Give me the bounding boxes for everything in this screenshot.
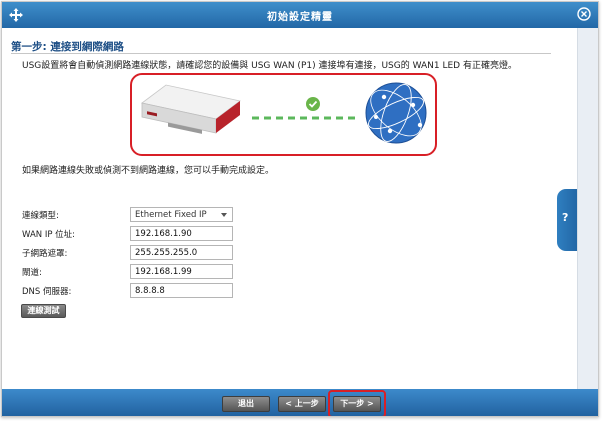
step-description: USG設置將會自動偵測網路連線狀態，請確認您的設備與 USG WAN (P1) …	[22, 61, 517, 71]
connection-type-label: 連線類型:	[22, 211, 59, 221]
window-title: 初始設定精靈	[267, 12, 333, 23]
subnet-mask-input[interactable]: 255.255.255.0	[130, 245, 233, 260]
connection-illustration	[130, 73, 437, 156]
globe-icon	[365, 82, 427, 144]
connection-graphic	[141, 82, 427, 144]
check-icon	[306, 97, 320, 111]
setup-wizard-window: 初始設定精靈 第一步: 連接到網際網路 USG設置將會自動偵測網路連線狀態，請確…	[1, 1, 599, 417]
next-button-highlight	[328, 390, 386, 416]
connection-type-select[interactable]: Ethernet Fixed IP	[130, 207, 233, 222]
chevron-down-icon	[221, 213, 227, 217]
step-title: 第一步: 連接到網際網路	[11, 41, 124, 53]
wan-ip-label: WAN IP 位址:	[22, 230, 76, 240]
prev-button[interactable]: < 上一步	[278, 396, 326, 412]
dns-label: DNS 伺服器:	[22, 287, 72, 297]
connection-type-value: Ethernet Fixed IP	[135, 210, 207, 220]
manual-setup-message: 如果網路連線失敗或偵測不到網路連線，您可以手動完成設定。	[22, 166, 275, 176]
dns-input[interactable]: 8.8.8.8	[130, 283, 233, 298]
gateway-input[interactable]: 192.168.1.99	[130, 264, 233, 279]
side-panel-strip	[577, 28, 598, 390]
connection-test-button[interactable]: 連線測試	[21, 304, 66, 318]
exit-button[interactable]: 退出	[222, 396, 270, 412]
wan-ip-input[interactable]: 192.168.1.90	[130, 226, 233, 241]
help-tab[interactable]: ?	[557, 189, 577, 251]
router-icon	[141, 84, 241, 134]
close-icon[interactable]	[577, 7, 591, 21]
footer-bar: 退出 < 上一步 下一步 >	[2, 389, 598, 416]
help-icon: ?	[562, 211, 569, 224]
title-divider	[11, 53, 551, 54]
title-bar[interactable]: 初始設定精靈	[2, 2, 598, 28]
gateway-label: 閘道:	[22, 268, 42, 278]
subnet-mask-label: 子網路遮罩:	[22, 249, 68, 259]
